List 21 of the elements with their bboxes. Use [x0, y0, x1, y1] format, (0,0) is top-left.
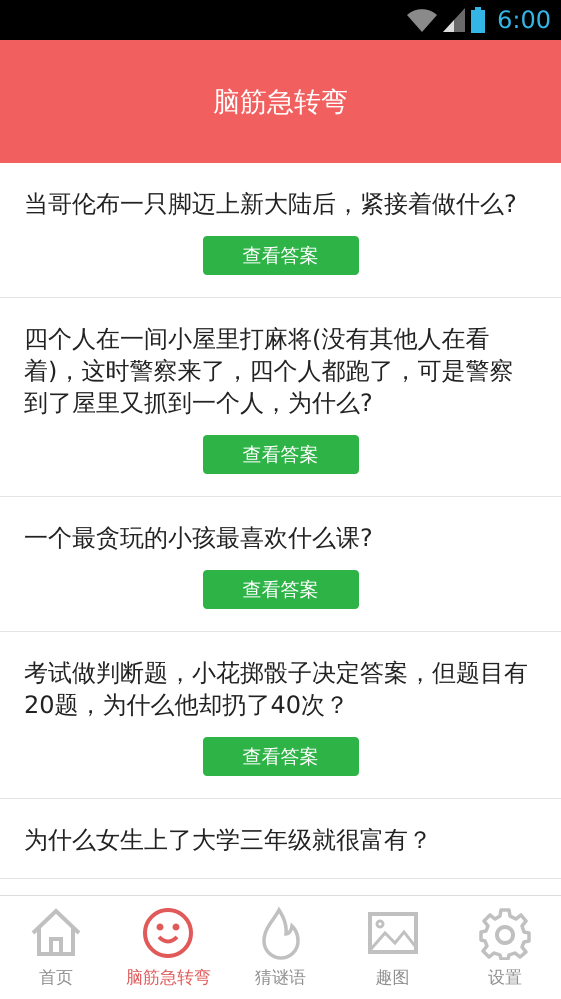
status-time: 6:00	[497, 6, 551, 34]
question-text: 为什么女生上了大学三年级就很富有？	[24, 825, 433, 856]
signal-icon	[443, 8, 466, 32]
smiley-icon	[141, 906, 196, 960]
question-text: 当哥伦布一只脚迈上新大陆后，紧接着做什么?	[24, 189, 518, 220]
tab[interactable]: 趣图	[336, 896, 449, 999]
question-text: 四个人在一间小屋里打麻将(没有其他人在看着)，这时警察来了，四个人都跑了，可是警察到了屋里又抓到一个人，为什么?	[24, 324, 514, 419]
tab[interactable]: 脑筋急转弯	[112, 896, 224, 999]
tab[interactable]: 猜谜语	[224, 896, 337, 999]
wifi-icon	[407, 8, 438, 32]
show-answer-button[interactable]: 查看答案	[202, 435, 358, 474]
battery-icon	[471, 7, 486, 33]
settings-icon	[478, 906, 532, 960]
show-answer-button[interactable]: 查看答案	[202, 236, 358, 275]
tab[interactable]: 设置	[448, 896, 561, 999]
show-answer-button[interactable]: 查看答案	[202, 737, 358, 776]
tab[interactable]: 首页	[0, 896, 112, 999]
question-text: 一个最贪玩的小孩最喜欢什么课?	[24, 523, 374, 554]
header-title: 脑筋急转弯	[213, 86, 348, 120]
show-answer-button[interactable]: 查看答案	[202, 570, 358, 609]
question-text: 考试做判断题，小花掷骰子决定答案，但题目有20题，为什么他却扔了40次？	[24, 658, 529, 721]
